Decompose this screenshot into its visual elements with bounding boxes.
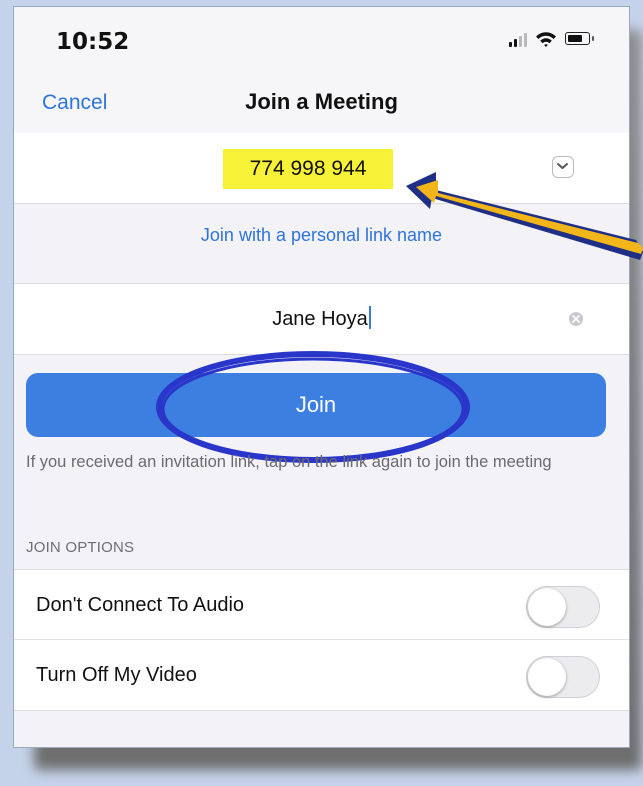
annotation-arrow bbox=[406, 172, 643, 260]
